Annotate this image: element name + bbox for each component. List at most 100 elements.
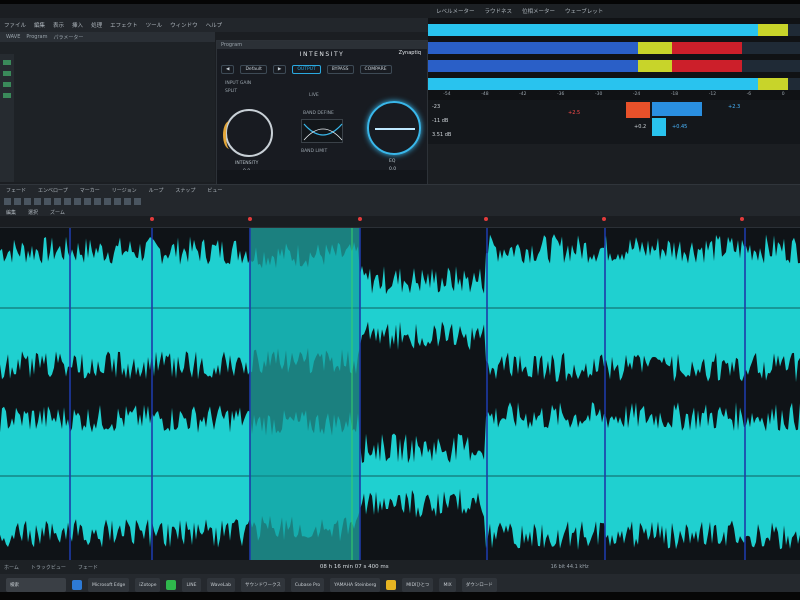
intensity-knob[interactable]: [223, 109, 273, 157]
marker-icon[interactable]: [740, 217, 744, 221]
toolbar-tab[interactable]: ビュー: [207, 187, 222, 194]
menu-process[interactable]: 処理: [91, 21, 102, 29]
live-label[interactable]: LIVE: [309, 93, 319, 98]
menu-help[interactable]: ヘルプ: [206, 21, 223, 29]
meter-tick: -48: [481, 92, 489, 97]
tool-icon[interactable]: [134, 197, 141, 205]
browser-tab[interactable]: WAVE: [6, 34, 20, 40]
taskbar-app[interactable]: WaveLab: [206, 578, 235, 592]
meter-tab[interactable]: ウェーブレット: [565, 7, 603, 15]
edge-icon[interactable]: [72, 580, 82, 590]
menu-insert[interactable]: 挿入: [72, 21, 83, 29]
meter-tab[interactable]: レベルメーター: [436, 7, 475, 15]
taskbar-app[interactable]: サウンドワークス: [241, 578, 285, 592]
track-button[interactable]: [3, 71, 11, 76]
line-icon[interactable]: [166, 580, 177, 590]
meter-tabs: レベルメーター ラウドネス 位相メーター ウェーブレット: [430, 4, 800, 18]
eq-knob-label: EQ: [389, 159, 396, 164]
toolbar-tab[interactable]: エンベロープ: [38, 187, 68, 194]
menu-effects[interactable]: エフェクト: [110, 21, 138, 29]
marker-icon[interactable]: [602, 217, 606, 221]
toolbar-tab[interactable]: スナップ: [175, 187, 195, 194]
meter-yellow-3: [638, 60, 672, 72]
menu-window[interactable]: ウィンドウ: [170, 21, 198, 29]
stat-minor: +0.45: [672, 124, 688, 130]
status-item[interactable]: ホーム: [4, 564, 19, 571]
meter-scale: -54 -48 -42 -36 -30 -24 -18 -12 -6 0: [428, 92, 800, 98]
marker-icon[interactable]: [358, 217, 362, 221]
taskbar-search[interactable]: 検索: [6, 578, 66, 592]
prev-preset-icon[interactable]: ◀: [221, 64, 235, 74]
tool-icon[interactable]: [84, 197, 91, 205]
toolbar-tab[interactable]: フェード: [6, 187, 26, 194]
next-preset-icon[interactable]: ▶: [272, 64, 287, 74]
toolbar-tab[interactable]: リージョン: [112, 187, 137, 194]
browser-tab[interactable]: パラメーター: [53, 34, 83, 41]
folder-icon[interactable]: [386, 580, 397, 590]
tool-icon[interactable]: [74, 197, 81, 205]
menu-bar: ファイル 編集 表示 挿入 処理 エフェクト ツール ウィンドウ ヘルプ: [0, 18, 430, 32]
plugin-brand-logo: Zynaptiq: [398, 50, 421, 56]
stat-value: -11 dB: [432, 118, 449, 124]
intensity-plugin-window: Program INTENSITY Zynaptiq ◀ Default ▶ O…: [216, 40, 428, 185]
status-bar: ホーム トラックビュー フェード 08 h 16 min 07 s 400 ms…: [0, 560, 800, 574]
taskbar-app[interactable]: MIDIひとつ: [402, 578, 434, 592]
menu-file[interactable]: ファイル: [4, 21, 26, 29]
taskbar-app[interactable]: MIX: [439, 578, 456, 592]
tool-icon[interactable]: [64, 197, 71, 205]
eq-knob[interactable]: [367, 101, 421, 155]
taskbar-app[interactable]: ダウンロード: [461, 578, 497, 592]
menu-tools[interactable]: ツール: [146, 21, 163, 29]
taskbar-app[interactable]: LINE: [182, 578, 201, 592]
toolbar-tabs: フェード エンベロープ マーカー リージョン ループ スナップ ビュー: [0, 185, 800, 195]
track-button[interactable]: [3, 60, 11, 65]
meter-tick: 0: [781, 92, 785, 97]
browser-tab[interactable]: Program: [26, 34, 47, 40]
track-button[interactable]: [3, 82, 11, 87]
band-curve-display[interactable]: [301, 119, 343, 143]
compare-button[interactable]: COMPARE: [359, 64, 392, 74]
toolbar-tab[interactable]: ループ: [149, 187, 164, 194]
preset-name[interactable]: Default: [240, 64, 267, 74]
tool-icon[interactable]: [34, 197, 41, 205]
track-strip: [0, 54, 14, 182]
tool-icon[interactable]: [114, 197, 121, 205]
marker-icon[interactable]: [484, 217, 488, 221]
tool-icon[interactable]: [44, 197, 51, 205]
tool-icon[interactable]: [14, 197, 21, 205]
toolbar-tab[interactable]: マーカー: [80, 187, 100, 194]
marker-icon[interactable]: [150, 217, 154, 221]
tool-icon[interactable]: [54, 197, 61, 205]
plugin-program-label: Program: [221, 42, 243, 48]
meter-tab[interactable]: 位相メーター: [522, 7, 555, 15]
meter-red-2: [672, 42, 742, 54]
meter-tick: -6: [746, 92, 752, 97]
menu-edit[interactable]: 編集: [34, 21, 45, 29]
output-button[interactable]: OUTPUT: [292, 64, 321, 74]
status-item[interactable]: フェード: [78, 564, 98, 571]
menu-view[interactable]: 表示: [53, 21, 64, 29]
meter-tick: -42: [519, 92, 527, 97]
taskbar-app[interactable]: Microsoft Edge: [88, 578, 130, 592]
tool-icon[interactable]: [94, 197, 101, 205]
intensity-knob-label: INTENSITY: [235, 161, 259, 166]
marker-icon[interactable]: [248, 217, 252, 221]
meter-tab[interactable]: ラウドネス: [485, 7, 513, 15]
taskbar-app[interactable]: Cubase Pro: [290, 578, 325, 592]
tool-icon[interactable]: [4, 197, 11, 205]
tool-icon[interactable]: [124, 197, 131, 205]
peak-bar-red: [626, 102, 650, 118]
taskbar-app[interactable]: YAMAHA Steinberg: [330, 578, 381, 592]
meter-yellow-1: [758, 24, 788, 36]
preset-row: ◀ Default ▶ OUTPUT BYPASS COMPARE: [221, 63, 425, 75]
stat-minor: +0.2: [634, 124, 647, 130]
tool-icon[interactable]: [24, 197, 31, 205]
tool-icon[interactable]: [104, 197, 111, 205]
timeline-ruler[interactable]: [0, 216, 800, 228]
status-item[interactable]: トラックビュー: [31, 564, 66, 571]
taskbar-app[interactable]: iZotope: [135, 578, 161, 592]
waveform-display[interactable]: [0, 228, 800, 560]
selection-overlay: [250, 228, 360, 560]
track-button[interactable]: [3, 93, 11, 98]
bypass-button[interactable]: BYPASS: [326, 64, 354, 74]
